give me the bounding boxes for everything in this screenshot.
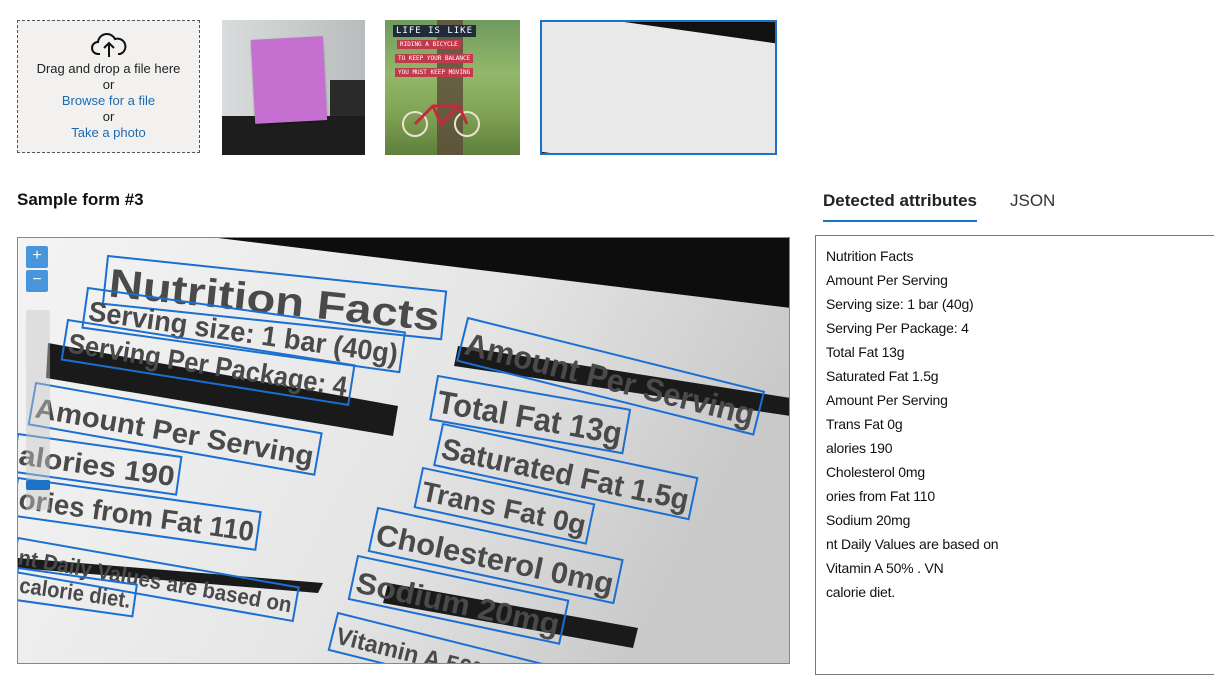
thumbnail-nutrition-facts[interactable] bbox=[540, 20, 777, 155]
attribute-item: Nutrition Facts bbox=[826, 248, 914, 264]
drag-drop-text: Drag and drop a file here bbox=[36, 61, 181, 76]
shelf bbox=[330, 80, 365, 116]
attribute-item: nt Daily Values are based on bbox=[826, 536, 999, 552]
thumbnail-sticky-note[interactable] bbox=[222, 20, 365, 155]
zoom-out-button[interactable]: − bbox=[26, 270, 48, 292]
attribute-item: Serving size: 1 bar (40g) bbox=[826, 296, 974, 312]
image-viewer[interactable]: Nutrition Facts Serving size: 1 bar (40g)… bbox=[17, 237, 790, 664]
monitor bbox=[222, 116, 365, 155]
attribute-item: Amount Per Serving bbox=[826, 272, 948, 288]
attribute-item: Saturated Fat 1.5g bbox=[826, 368, 939, 384]
cloud-upload-icon bbox=[90, 33, 126, 57]
tab-detected-attributes[interactable]: Detected attributes bbox=[823, 188, 977, 222]
attribute-item: Amount Per Serving bbox=[826, 392, 948, 408]
tab-json[interactable]: JSON bbox=[1010, 188, 1055, 214]
attribute-item: Total Fat 13g bbox=[826, 344, 905, 360]
attribute-item: calorie diet. bbox=[826, 584, 895, 600]
attribute-item: ories from Fat 110 bbox=[826, 488, 935, 504]
quote-line: YOU MUST KEEP MOVING bbox=[395, 68, 474, 77]
upload-dropzone[interactable]: Drag and drop a file here or Browse for … bbox=[17, 20, 200, 153]
or-text: or bbox=[102, 109, 115, 124]
sticky-note bbox=[250, 36, 328, 124]
result-tabs: Detected attributes JSON bbox=[816, 188, 1214, 224]
zoom-in-button[interactable]: + bbox=[26, 246, 48, 268]
thumbnail-bicycle-quote[interactable]: LIFE IS LIKE RIDING A BICYCLE TO KEEP YO… bbox=[385, 20, 520, 155]
or-text: or bbox=[102, 77, 115, 92]
attribute-item: Cholesterol 0mg bbox=[826, 464, 925, 480]
label-paper bbox=[542, 22, 775, 153]
attribute-item: Vitamin A 50% . VN bbox=[826, 560, 944, 576]
browse-file-link[interactable]: Browse for a file bbox=[62, 93, 155, 109]
attribute-item: Sodium 20mg bbox=[826, 512, 911, 528]
attribute-item: Trans Fat 0g bbox=[826, 416, 903, 432]
attribute-item: Serving Per Package: 4 bbox=[826, 320, 969, 336]
quote-line: RIDING A BICYCLE bbox=[397, 40, 461, 49]
page-title: Sample form #3 bbox=[17, 190, 144, 209]
take-photo-link[interactable]: Take a photo bbox=[71, 125, 145, 141]
bicycle-icon bbox=[402, 104, 480, 137]
quote-line: LIFE IS LIKE bbox=[393, 25, 477, 37]
quote-line: TO KEEP YOUR BALANCE bbox=[395, 54, 474, 63]
nutrition-label-image: Nutrition FactsServing size: 1 bar (40g)… bbox=[18, 238, 789, 663]
attribute-item: alories 190 bbox=[826, 440, 893, 456]
detected-attributes-panel: Nutrition Facts Amount Per Serving Serving… bbox=[815, 235, 1214, 675]
zoom-slider-handle[interactable] bbox=[26, 480, 50, 490]
